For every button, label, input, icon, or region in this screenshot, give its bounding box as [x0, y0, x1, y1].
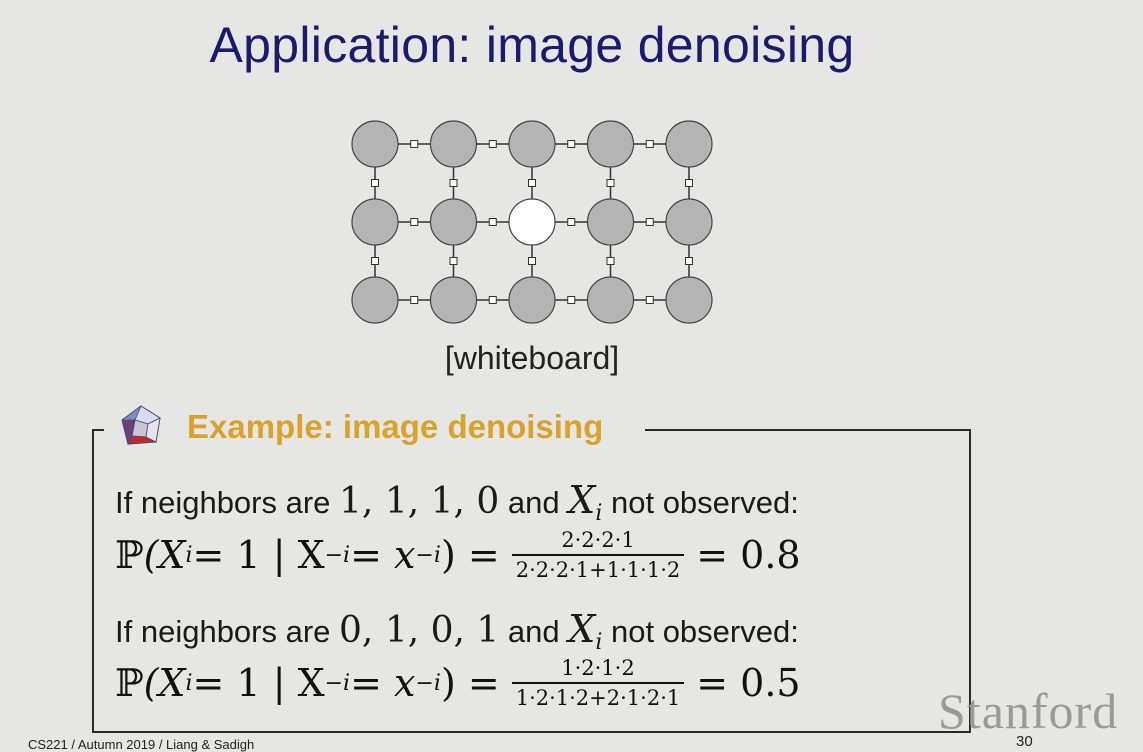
factor-square [567, 140, 576, 148]
factor-square [410, 140, 419, 148]
factor-square [685, 257, 693, 265]
case1-statement: If neighbors are 1, 1, 1, 0 and Xi not o… [115, 478, 799, 526]
case1-prefix: If neighbors are [115, 485, 340, 520]
slide-title: Application: image denoising [209, 17, 855, 73]
pixel-node [586, 120, 635, 168]
case1-lhs-mid2: = x [350, 533, 416, 577]
case2-lhs-sub2: −i [324, 670, 351, 696]
case2-prob-symbol: ℙ [115, 661, 144, 705]
pixel-node [429, 276, 478, 324]
case2-lhs-mid2: = x [350, 661, 416, 705]
case2-lhs-end: ) = [440, 661, 500, 705]
pixel-node [429, 120, 478, 168]
dodecahedron-icon [121, 405, 161, 446]
case2-mid: and [499, 614, 569, 649]
case1-prob-symbol: ℙ [115, 533, 144, 577]
case2-numerator: 1·2·1·2 [561, 656, 635, 680]
pixel-node [586, 276, 635, 324]
factor-square [488, 218, 497, 226]
whiteboard-caption: [whiteboard] [444, 340, 620, 376]
case1-denominator: 2·2·2·1+1·1·1·2 [511, 554, 685, 582]
factor-square [449, 257, 458, 265]
case1-lhs-sub3: −i [415, 542, 441, 568]
factor-square [410, 218, 419, 226]
case1-lhs-end: ) = [440, 533, 500, 577]
case1-lhs-sub: i [185, 542, 193, 568]
case1-lhs: (X [143, 533, 186, 577]
case1-var: X [568, 478, 596, 522]
case2-suffix: not observed: [602, 614, 799, 649]
pixel-node [351, 198, 399, 246]
factor-square [371, 257, 379, 265]
factor-square [685, 179, 693, 187]
pixel-node [586, 198, 635, 246]
case2-fraction: 1·2·1·2 1·2·1·2+2·1·2·1 [511, 656, 685, 710]
case1-formula: ℙ (X i = 1 | X −i = x −i) = 2·2·2·1 2·2·2·1+… [115, 528, 801, 582]
case2-formula: ℙ (X i = 1 | X −i = x −i) = 1·2·1·2 1·2·1·2+… [115, 656, 801, 710]
case2-denominator: 1·2·1·2+2·1·2·1 [511, 682, 685, 710]
factor-square [606, 179, 615, 187]
factor-square [567, 218, 576, 226]
factor-square [449, 179, 458, 187]
factor-square [645, 296, 654, 304]
factor-square [528, 179, 536, 187]
factor-square [645, 140, 654, 148]
case2-prefix: If neighbors are [115, 614, 340, 649]
factor-graph-grid [351, 120, 713, 324]
factor-square [645, 218, 654, 226]
pixel-node [508, 120, 556, 168]
case1-lhs-mid: = 1 | X [192, 533, 325, 577]
factor-square [488, 296, 497, 304]
case2-lhs: (X [143, 661, 186, 705]
case1-fraction: 2·2·2·1 2·2·2·1+1·1·1·2 [511, 528, 685, 582]
factor-square [606, 257, 615, 265]
slide-footer: CS221 / Autumn 2019 / Liang & Sadigh [28, 737, 255, 752]
case1-neighbors: 1, 1, 1, 0 [339, 481, 500, 522]
case2-result: = 0.5 [696, 661, 801, 705]
case1-mid: and [499, 485, 569, 520]
factor-square [567, 296, 576, 304]
factor-square [371, 179, 379, 187]
factor-square [488, 140, 497, 148]
case2-lhs-sub: i [185, 670, 193, 696]
case2-lhs-sub3: −i [415, 670, 441, 696]
factor-square [410, 296, 419, 304]
case1-numerator: 2·2·2·1 [561, 528, 635, 552]
case2-neighbors: 0, 1, 0, 1 [339, 610, 500, 651]
pixel-node [429, 198, 478, 246]
pixel-node [351, 276, 399, 324]
case2-lhs-mid: = 1 | X [192, 661, 325, 705]
pixel-node [508, 276, 556, 324]
case1-result: = 0.8 [696, 533, 801, 577]
pixel-node [665, 276, 713, 324]
factor-square [528, 257, 536, 265]
pixel-node [665, 120, 713, 168]
unobserved-node [508, 198, 556, 246]
example-title: Example: image denoising [187, 408, 604, 445]
case1-lhs-sub2: −i [324, 542, 351, 568]
stanford-watermark: Stanford [938, 683, 1119, 739]
pixel-node [351, 120, 399, 168]
case2-statement: If neighbors are 0, 1, 0, 1 and Xi not o… [115, 607, 799, 655]
pixel-node [665, 198, 713, 246]
case2-var: X [568, 607, 596, 651]
case1-suffix: not observed: [602, 485, 799, 520]
